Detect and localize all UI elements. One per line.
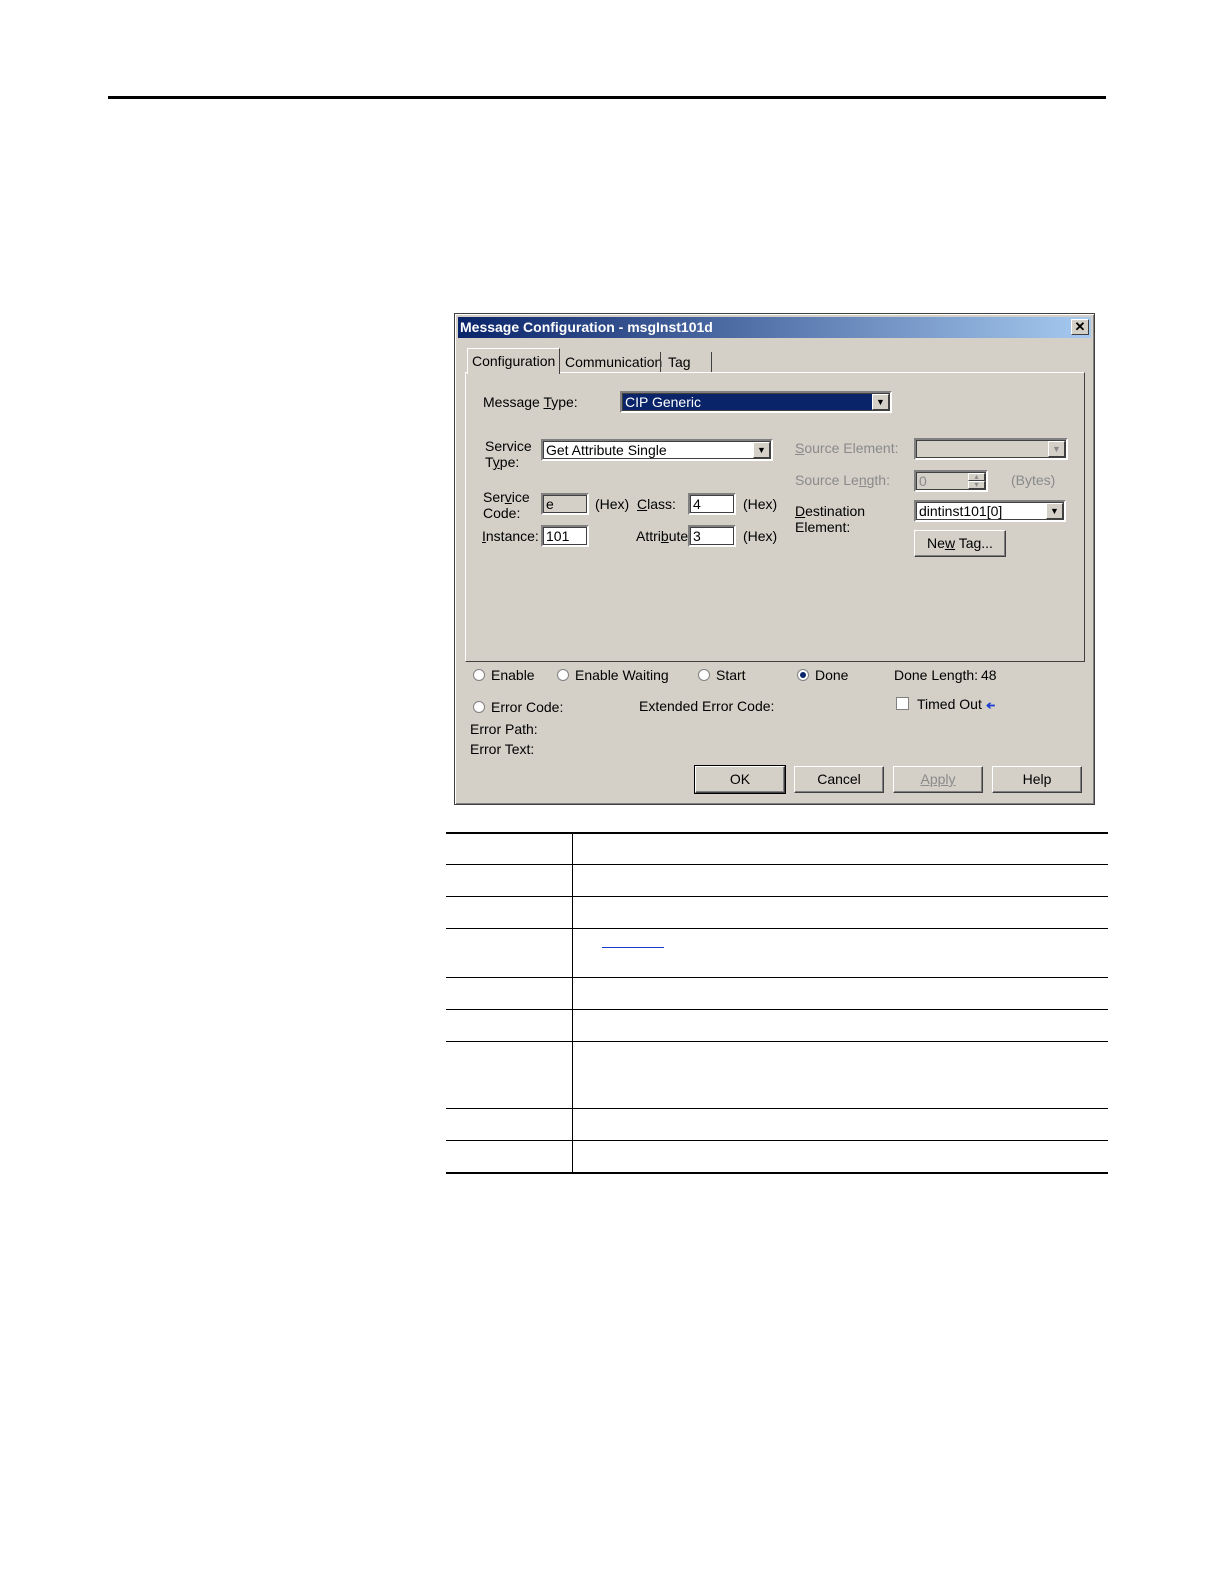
- table-row: [446, 1140, 1108, 1172]
- dialog-title: Message Configuration - msgInst101d: [460, 319, 713, 335]
- table-cell: [446, 1042, 573, 1108]
- done-length-label: Done Length:: [894, 667, 979, 683]
- class-label: Class:: [637, 496, 676, 512]
- table-row: [446, 1009, 1108, 1041]
- tab-separator: [660, 352, 661, 372]
- attribute-unit: (Hex): [743, 528, 778, 544]
- chevron-down-icon[interactable]: ▼: [753, 442, 770, 458]
- close-icon[interactable]: ✕: [1071, 319, 1089, 335]
- service-code-label: Service Code:: [483, 489, 530, 521]
- error-text-label: Error Text:: [470, 741, 535, 757]
- ok-button[interactable]: OK: [694, 765, 786, 794]
- table-bottom-rule: [446, 1172, 1108, 1174]
- service-code-unit: (Hex): [595, 496, 630, 512]
- help-button[interactable]: Help: [992, 766, 1082, 793]
- start-label: Start: [716, 667, 746, 683]
- extended-error-code-label: Extended Error Code:: [639, 698, 775, 714]
- start-indicator: [698, 669, 710, 681]
- tab-communication[interactable]: Communication: [561, 351, 666, 374]
- class-unit: (Hex): [743, 496, 778, 512]
- enable-waiting-label: Enable Waiting: [575, 667, 669, 683]
- service-code-field: e: [541, 493, 589, 515]
- enable-indicator: [473, 669, 485, 681]
- done-label: Done: [815, 667, 849, 683]
- source-element-label: Source Element:: [795, 440, 899, 456]
- error-path-label: Error Path:: [470, 721, 538, 737]
- tab-separator: [711, 352, 712, 372]
- table-row: [446, 928, 1108, 977]
- destination-element-label: Destination Element:: [795, 503, 866, 535]
- instance-label: Instance:: [482, 528, 539, 544]
- timed-out-checkbox[interactable]: [896, 697, 909, 710]
- dialog-titlebar: Message Configuration - msgInst101d ✕: [458, 317, 1091, 338]
- table-cell: [446, 834, 573, 864]
- source-element-select: ▼: [914, 438, 1068, 460]
- instance-input[interactable]: 101: [541, 525, 589, 547]
- attribute-label: Attribute:: [636, 528, 693, 544]
- tab-configuration[interactable]: Configuration: [467, 348, 561, 374]
- class-input[interactable]: 4: [688, 493, 736, 515]
- apply-button: Apply: [893, 766, 983, 793]
- table-link[interactable]: [602, 947, 664, 948]
- service-type-select[interactable]: Get Attribute Single ▼: [541, 439, 773, 461]
- new-tag-button[interactable]: New Tag...: [914, 530, 1006, 557]
- chevron-down-icon[interactable]: ▼: [872, 394, 889, 410]
- tab-tag[interactable]: Tag: [664, 351, 695, 374]
- table-cell: [446, 1109, 573, 1140]
- error-code-indicator: [473, 701, 485, 713]
- table-row: [446, 864, 1108, 896]
- table-cell: [446, 978, 573, 1009]
- table-row: [446, 1108, 1108, 1140]
- source-length-unit: (Bytes): [1011, 472, 1056, 488]
- table-cell: [446, 1141, 573, 1172]
- source-length-spinner: 0 ▴ ▾: [914, 470, 988, 492]
- done-indicator: [797, 669, 809, 681]
- done-length-value: 48: [981, 667, 997, 683]
- chevron-down-icon[interactable]: ▼: [1046, 503, 1063, 519]
- table-cell: [446, 929, 573, 977]
- table-cell: [446, 1010, 573, 1041]
- table-cell: [446, 897, 573, 928]
- source-length-label: Source Length:: [795, 472, 890, 488]
- message-type-label: Message Type:: [483, 394, 578, 410]
- error-code-label: Error Code:: [491, 699, 564, 715]
- attribute-input[interactable]: 3: [688, 525, 736, 547]
- table-row: [446, 977, 1108, 1009]
- page-top-rule: [108, 96, 1106, 99]
- message-type-select[interactable]: CIP Generic ▼: [620, 391, 892, 413]
- enable-waiting-indicator: [557, 669, 569, 681]
- table-row: [446, 896, 1108, 928]
- destination-element-select[interactable]: dintinst101[0] ▼: [914, 500, 1066, 522]
- table-cell: [446, 865, 573, 896]
- table-row: [446, 1041, 1108, 1108]
- message-configuration-dialog: Message Configuration - msgInst101d ✕ Co…: [454, 313, 1095, 805]
- cancel-button[interactable]: Cancel: [794, 766, 884, 793]
- timed-out-label: Timed Out ➔: [917, 696, 995, 712]
- table-header-row: [446, 832, 1108, 864]
- parameter-table: [446, 832, 1108, 1174]
- enable-label: Enable: [491, 667, 535, 683]
- spinner-down-icon: ▾: [968, 481, 985, 489]
- service-type-label: Service Type:: [485, 438, 532, 470]
- arrow-left-icon: ➔: [985, 700, 995, 712]
- chevron-down-icon: ▼: [1048, 441, 1065, 457]
